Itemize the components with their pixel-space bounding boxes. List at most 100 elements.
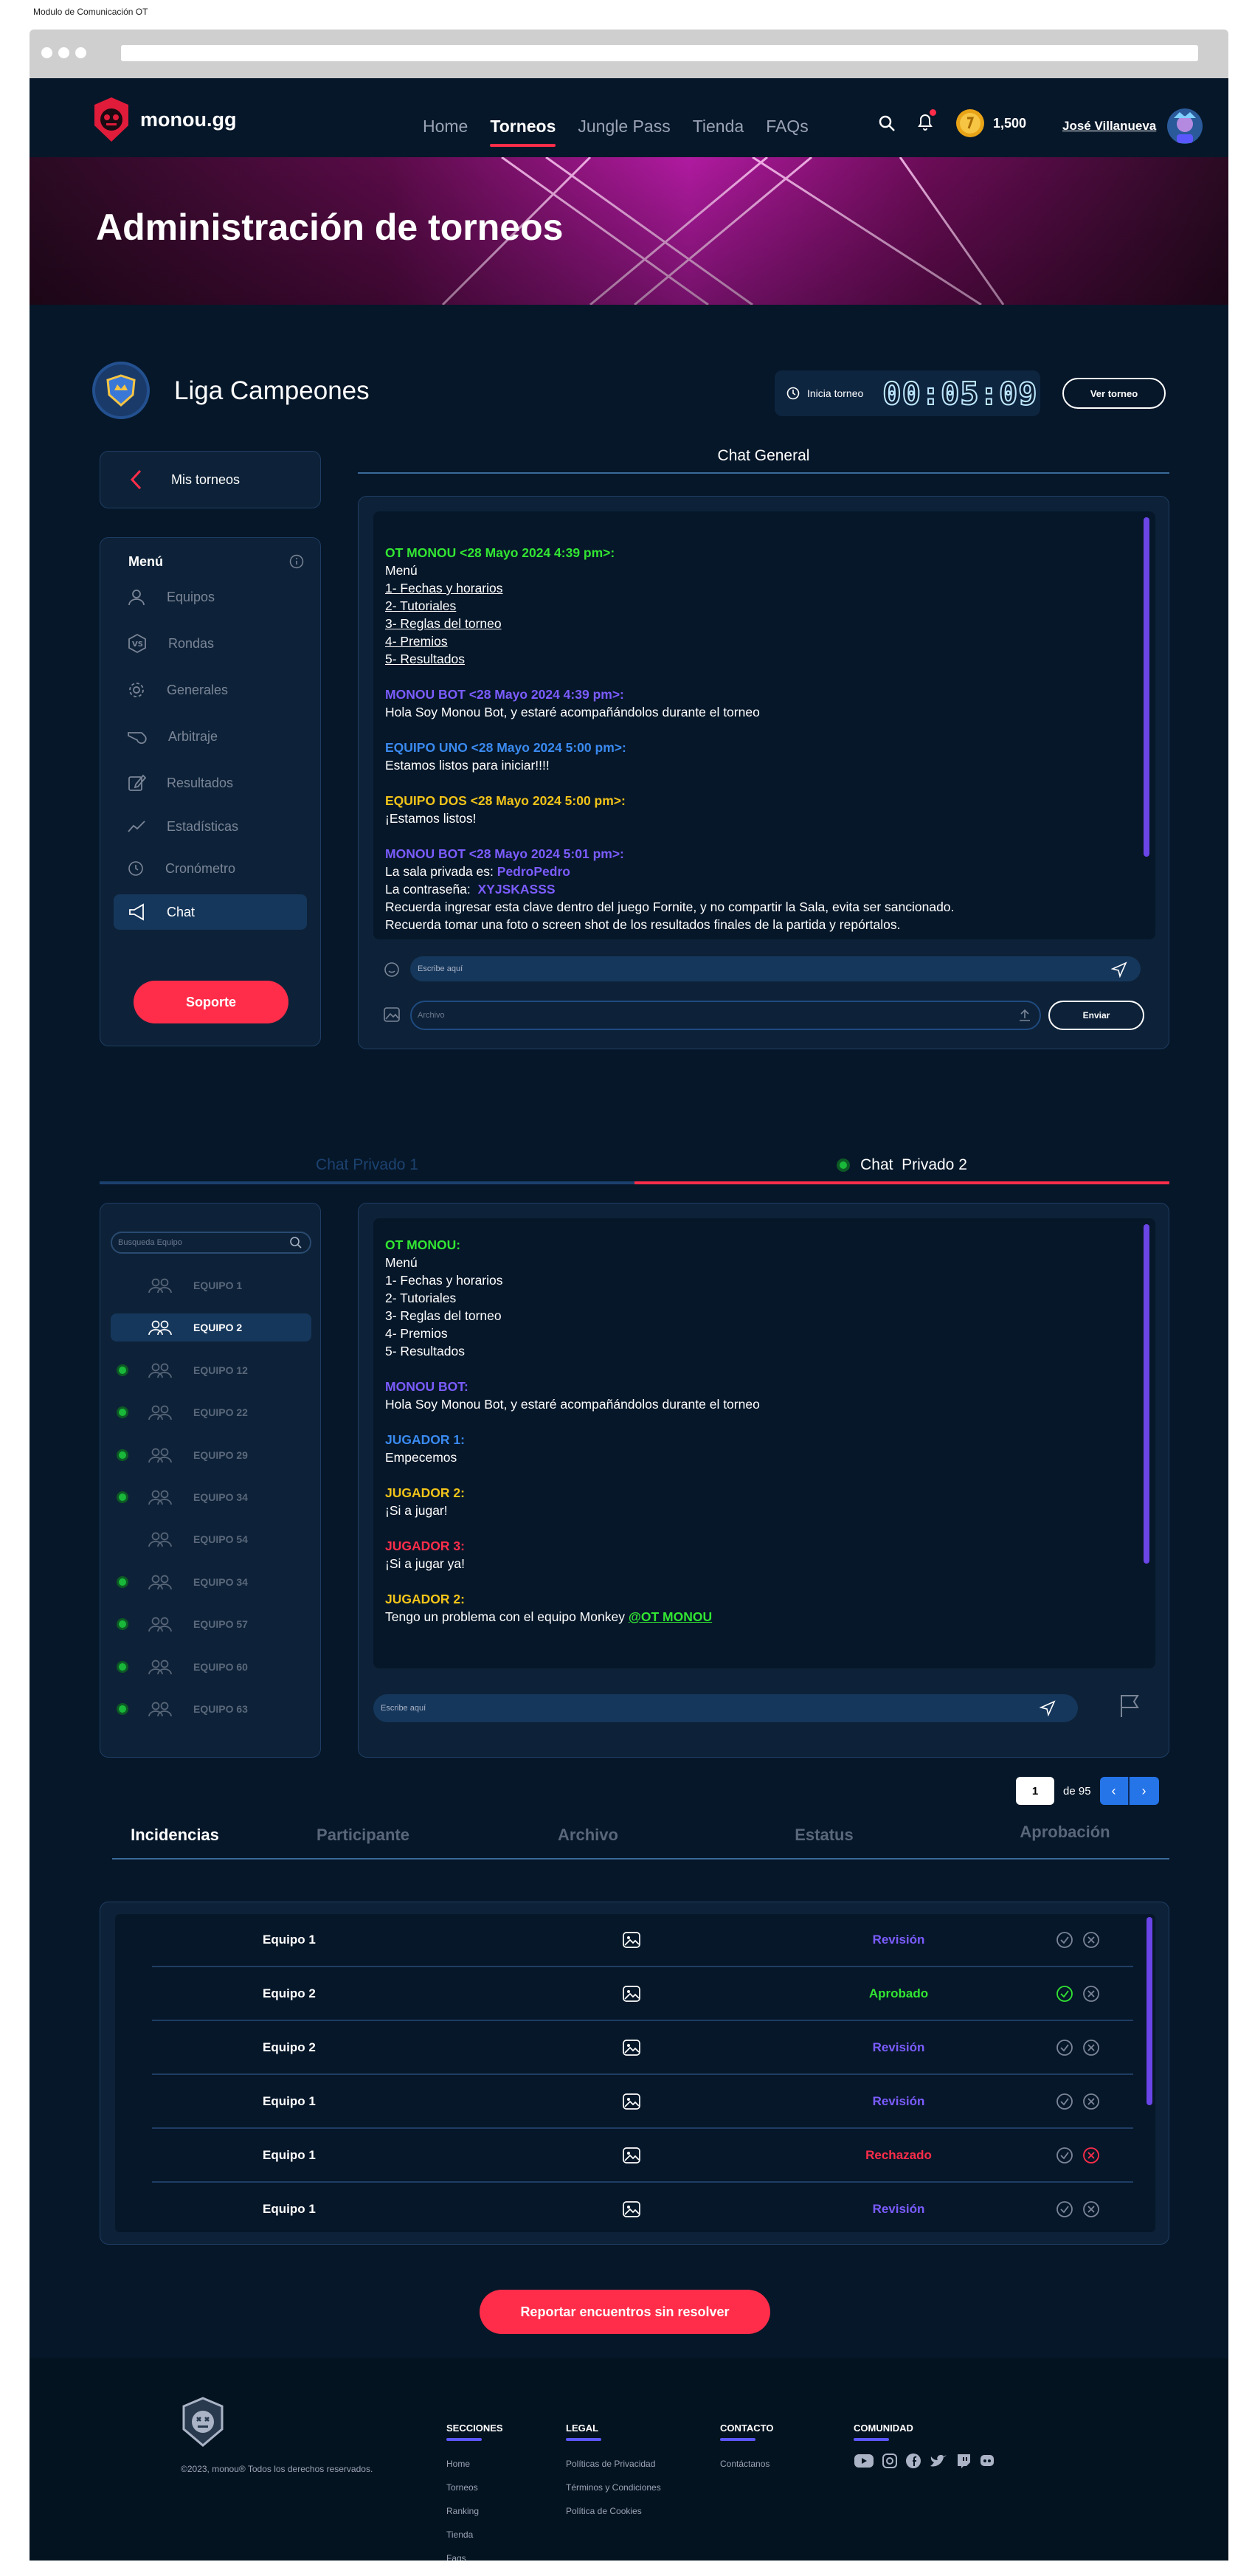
image-file-icon[interactable] <box>622 2200 641 2218</box>
reject-icon[interactable] <box>1082 2093 1100 2110</box>
approve-icon[interactable] <box>1056 2039 1073 2057</box>
user-menu[interactable]: José Villanueva <box>1062 108 1203 145</box>
general-chat-input[interactable]: Escribe aquí <box>410 956 1141 981</box>
team-list-item[interactable]: EQUIPO 34 <box>111 1568 311 1596</box>
footer-link[interactable]: Torneos <box>446 2482 503 2493</box>
approve-icon[interactable] <box>1056 2093 1073 2110</box>
emoji-icon[interactable] <box>384 961 400 978</box>
team-search-input[interactable]: Busqueda Equipo <box>111 1232 311 1254</box>
twitch-icon[interactable] <box>955 2453 972 2469</box>
menu-link-premios[interactable]: 4- Premios <box>385 632 1144 650</box>
footer-link[interactable]: Faqs <box>446 2553 503 2561</box>
view-tournament-button[interactable]: Ver torneo <box>1062 378 1166 409</box>
tab-private-chat-1[interactable]: Chat Privado 1 <box>100 1146 634 1184</box>
approve-icon[interactable] <box>1056 1931 1073 1949</box>
sidebar-item-resultados[interactable]: Resultados <box>114 765 307 801</box>
my-tournaments-button[interactable]: Mis torneos <box>100 451 321 508</box>
team-list-item[interactable]: EQUIPO 12 <box>111 1356 311 1384</box>
info-icon[interactable] <box>289 554 304 569</box>
image-file-icon[interactable] <box>622 2147 641 2164</box>
image-file-icon[interactable] <box>622 2093 641 2110</box>
team-list-item[interactable]: EQUIPO 60 <box>111 1653 311 1681</box>
column-incidencias[interactable]: Incidencias <box>112 1826 238 1858</box>
team-list-item[interactable]: EQUIPO 54 <box>111 1525 311 1553</box>
page-number-input[interactable]: 1 <box>1016 1777 1054 1805</box>
menu-link-fechas[interactable]: 1- Fechas y horarios <box>385 579 1144 597</box>
send-button[interactable]: Enviar <box>1048 1001 1144 1030</box>
column-aprobacion[interactable]: Aprobación <box>961 1823 1169 1858</box>
mention-link[interactable]: @OT MONOU <box>629 1609 712 1624</box>
menu-link-resultados[interactable]: 5- Resultados <box>385 650 1144 668</box>
twitter-icon[interactable] <box>929 2453 948 2469</box>
window-dot[interactable] <box>41 47 52 58</box>
private-chat-input[interactable]: Escribe aquí <box>373 1694 1078 1722</box>
sidebar-item-chat[interactable]: Chat <box>114 894 307 930</box>
scrollbar[interactable] <box>1146 1917 1152 2105</box>
reject-icon[interactable] <box>1082 2147 1100 2164</box>
team-list-item[interactable]: EQUIPO 2 <box>111 1313 311 1342</box>
scrollbar[interactable] <box>1144 1224 1149 1564</box>
nav-home[interactable]: Home <box>423 117 468 142</box>
image-file-icon[interactable] <box>622 2039 641 2057</box>
nav-jungle-pass[interactable]: Jungle Pass <box>578 117 670 142</box>
scrollbar[interactable] <box>1144 517 1149 857</box>
footer-link[interactable]: Política de Cookies <box>566 2506 661 2516</box>
support-button[interactable]: Soporte <box>134 981 288 1023</box>
team-list-item[interactable]: EQUIPO 57 <box>111 1610 311 1638</box>
search-icon[interactable] <box>289 1236 302 1249</box>
column-archivo[interactable]: Archivo <box>488 1826 688 1858</box>
nav-faqs[interactable]: FAQs <box>766 117 809 142</box>
image-file-icon[interactable] <box>622 1985 641 2003</box>
instagram-icon[interactable] <box>882 2453 898 2469</box>
team-list-item[interactable]: EQUIPO 22 <box>111 1398 311 1426</box>
sidebar-item-generales[interactable]: Generales <box>114 672 307 708</box>
team-list-item[interactable]: EQUIPO 63 <box>111 1695 311 1723</box>
report-unresolved-button[interactable]: Reportar encuentros sin resolver <box>480 2290 770 2334</box>
footer-link[interactable]: Términos y Condiciones <box>566 2482 661 2493</box>
address-bar[interactable] <box>121 45 1198 61</box>
team-list-item[interactable]: EQUIPO 34 <box>111 1483 311 1511</box>
sidebar-item-equipos[interactable]: Equipos <box>114 579 307 615</box>
team-list-item[interactable]: EQUIPO 29 <box>111 1441 311 1469</box>
tab-private-chat-2[interactable]: Chat Privado 2 <box>634 1146 1169 1184</box>
previous-page-button[interactable]: ‹ <box>1100 1777 1130 1805</box>
discord-icon[interactable] <box>979 2453 995 2469</box>
user-name[interactable]: José Villanueva <box>1062 119 1156 134</box>
footer-link[interactable]: Ranking <box>446 2506 503 2516</box>
approve-icon[interactable] <box>1056 2200 1073 2218</box>
nav-torneos[interactable]: Torneos <box>490 117 556 147</box>
nav-tienda[interactable]: Tienda <box>693 117 744 142</box>
brand-logo[interactable]: monou.gg <box>91 96 236 143</box>
send-icon[interactable] <box>1040 1700 1056 1716</box>
image-icon[interactable] <box>383 1006 401 1023</box>
approve-icon[interactable] <box>1056 2147 1073 2164</box>
sidebar-item-estadisticas[interactable]: Estadísticas <box>114 809 307 844</box>
menu-link-reglas[interactable]: 3- Reglas del torneo <box>385 615 1144 632</box>
column-participante[interactable]: Participante <box>238 1826 488 1858</box>
image-file-icon[interactable] <box>622 1931 641 1949</box>
youtube-icon[interactable] <box>854 2453 874 2469</box>
reject-icon[interactable] <box>1082 2200 1100 2218</box>
avatar[interactable] <box>1166 108 1203 145</box>
next-page-button[interactable]: › <box>1130 1777 1159 1805</box>
flag-icon[interactable] <box>1118 1693 1141 1719</box>
sidebar-item-arbitraje[interactable]: Arbitraje <box>114 719 307 754</box>
sidebar-item-rondas[interactable]: VS Rondas <box>114 626 307 661</box>
reject-icon[interactable] <box>1082 1931 1100 1949</box>
reject-icon[interactable] <box>1082 2039 1100 2057</box>
team-list-item[interactable]: EQUIPO 1 <box>111 1271 311 1299</box>
window-dot[interactable] <box>75 47 86 58</box>
footer-link[interactable]: Políticas de Privacidad <box>566 2459 661 2469</box>
sidebar-item-cronometro[interactable]: Cronómetro <box>114 851 307 886</box>
window-dot[interactable] <box>58 47 69 58</box>
file-input[interactable]: Archivo <box>410 1001 1041 1030</box>
send-icon[interactable] <box>1111 961 1127 978</box>
notifications-button[interactable] <box>916 108 936 135</box>
approve-icon[interactable] <box>1056 1985 1073 2003</box>
search-icon[interactable] <box>878 114 896 132</box>
menu-link-tutoriales[interactable]: 2- Tutoriales <box>385 597 1144 615</box>
upload-icon[interactable] <box>1017 1008 1032 1023</box>
footer-link[interactable]: Tienda <box>446 2530 503 2540</box>
reject-icon[interactable] <box>1082 1985 1100 2003</box>
footer-link[interactable]: Home <box>446 2459 503 2469</box>
